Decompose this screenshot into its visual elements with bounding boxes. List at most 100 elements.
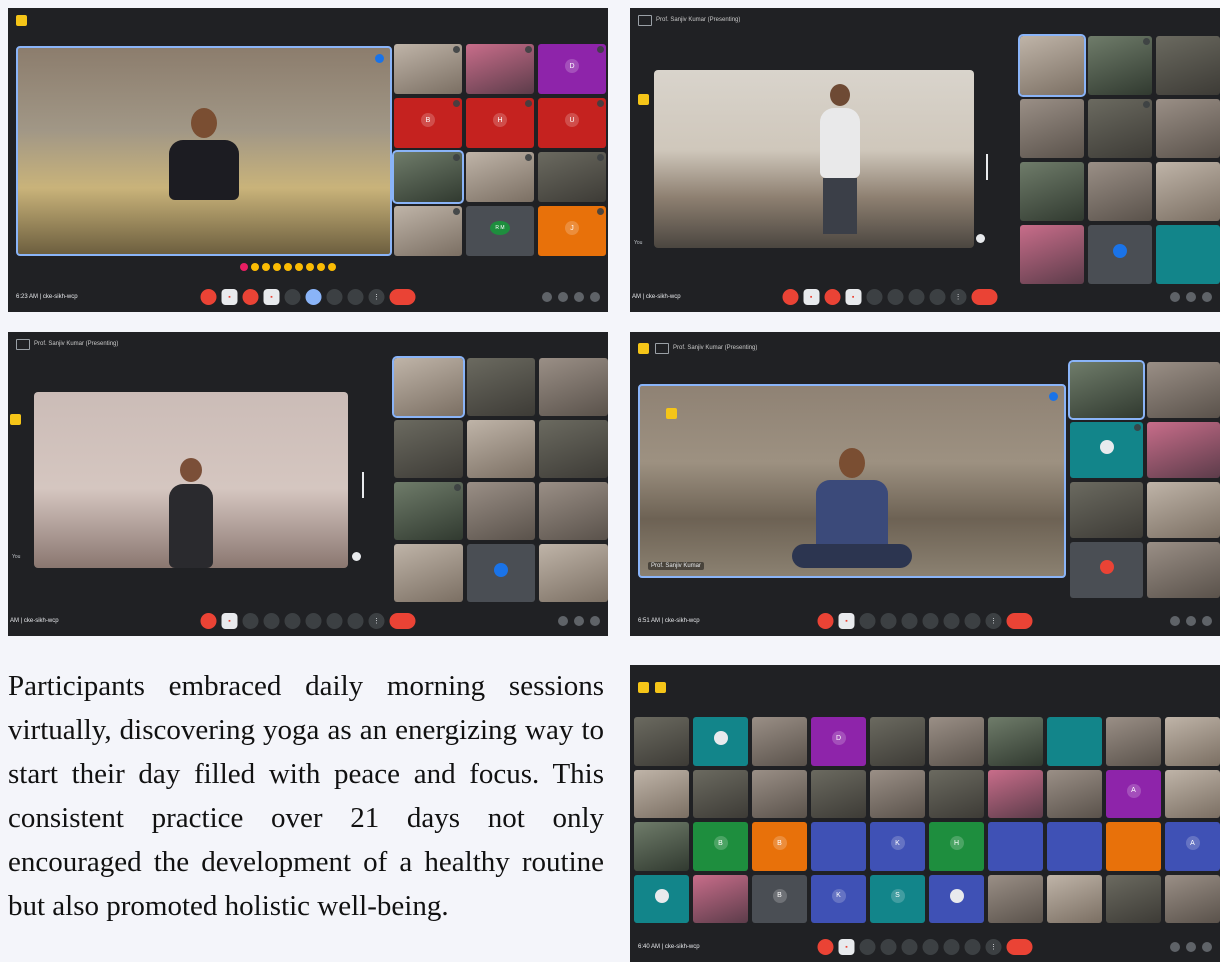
heart-reaction-icon[interactable] xyxy=(240,263,248,271)
emoji-button[interactable] xyxy=(964,939,981,955)
participant-tile[interactable] xyxy=(466,44,534,94)
mic-toggle-button[interactable] xyxy=(817,939,834,955)
participant-tile[interactable] xyxy=(634,769,689,818)
participant-tile[interactable] xyxy=(538,152,606,202)
emoji-button[interactable] xyxy=(347,613,364,629)
participant-tile[interactable] xyxy=(1156,99,1220,158)
info-icon[interactable] xyxy=(1170,942,1180,952)
chat-icon[interactable] xyxy=(1202,292,1212,302)
participant-tile[interactable] xyxy=(539,544,608,602)
people-icon[interactable] xyxy=(1186,616,1196,626)
participant-tile[interactable] xyxy=(466,358,536,416)
chat-icon[interactable] xyxy=(590,616,600,626)
thumbs-up-reaction-icon[interactable] xyxy=(251,263,259,271)
raise-hand-button[interactable] xyxy=(901,613,918,629)
participant-tile[interactable] xyxy=(1070,542,1143,598)
people-icon[interactable] xyxy=(1186,292,1196,302)
captions-button[interactable] xyxy=(242,289,259,305)
thumbs-down-reaction-icon[interactable] xyxy=(328,263,336,271)
chat-icon[interactable] xyxy=(1202,616,1212,626)
present-button[interactable]: ▪ xyxy=(263,289,280,305)
participant-tile[interactable] xyxy=(539,358,608,416)
participant-tile[interactable] xyxy=(1047,717,1102,766)
pin-icon[interactable] xyxy=(976,234,985,243)
participant-tile[interactable] xyxy=(1106,874,1161,923)
participant-tile[interactable] xyxy=(929,717,984,766)
layout-button[interactable] xyxy=(326,613,343,629)
thinking-reaction-icon[interactable] xyxy=(317,263,325,271)
raise-hand-button[interactable] xyxy=(866,289,883,305)
surprised-reaction-icon[interactable] xyxy=(295,263,303,271)
participant-tile[interactable] xyxy=(392,150,464,204)
participant-tile[interactable] xyxy=(811,822,866,871)
pin-icon[interactable] xyxy=(1049,392,1058,401)
participant-tile[interactable] xyxy=(1047,822,1102,871)
more-options-button[interactable]: ⋮ xyxy=(985,939,1002,955)
participant-tile[interactable] xyxy=(466,152,534,202)
participant-tile[interactable] xyxy=(988,717,1043,766)
reactions-button[interactable] xyxy=(922,939,939,955)
present-button[interactable]: ▪ xyxy=(845,289,862,305)
camera-toggle-button[interactable]: ▪ xyxy=(803,289,820,305)
participant-tile[interactable] xyxy=(1156,162,1220,221)
participant-tile[interactable] xyxy=(634,822,689,871)
participant-tile[interactable] xyxy=(693,874,748,923)
scroll-handle[interactable] xyxy=(362,472,364,498)
participant-tile[interactable] xyxy=(693,717,748,766)
participant-tile[interactable] xyxy=(634,874,689,923)
participant-tile[interactable] xyxy=(539,482,608,540)
participant-tile[interactable]: D xyxy=(538,44,606,94)
reactions-bar[interactable] xyxy=(240,263,336,271)
participant-tile[interactable] xyxy=(1147,362,1220,418)
participant-tile[interactable] xyxy=(394,206,462,256)
raise-hand-button[interactable] xyxy=(284,613,301,629)
chat-icon[interactable] xyxy=(1202,942,1212,952)
main-video-stage[interactable]: Prof. Sanjiv Kumar xyxy=(638,384,1066,578)
participant-tile[interactable] xyxy=(1156,36,1220,95)
participant-tile[interactable]: R M xyxy=(466,206,534,256)
more-options-button[interactable]: ⋮ xyxy=(985,613,1002,629)
main-video-stage[interactable] xyxy=(16,46,392,256)
pin-icon[interactable] xyxy=(352,552,361,561)
participant-tile[interactable] xyxy=(811,769,866,818)
participant-tile[interactable] xyxy=(466,544,536,602)
present-button[interactable] xyxy=(880,939,897,955)
info-icon[interactable] xyxy=(1170,616,1180,626)
participant-tile[interactable] xyxy=(466,482,536,540)
participant-tile[interactable] xyxy=(1020,162,1084,221)
participant-tile[interactable]: A xyxy=(1165,822,1220,871)
participant-tile[interactable] xyxy=(870,717,925,766)
present-button[interactable] xyxy=(880,613,897,629)
reactions-button[interactable] xyxy=(305,289,322,305)
raise-hand-button[interactable] xyxy=(284,289,301,305)
hang-up-button[interactable] xyxy=(389,289,416,305)
mic-toggle-button[interactable] xyxy=(200,289,217,305)
captions-button[interactable] xyxy=(859,613,876,629)
participant-tile[interactable] xyxy=(1147,542,1220,598)
participant-tile[interactable] xyxy=(1165,769,1220,818)
captions-button[interactable] xyxy=(242,613,259,629)
mic-toggle-button[interactable] xyxy=(200,613,217,629)
info-icon[interactable] xyxy=(542,292,552,302)
camera-toggle-button[interactable]: ▪ xyxy=(221,613,238,629)
participant-tile[interactable] xyxy=(1020,225,1084,284)
layout-button[interactable] xyxy=(943,939,960,955)
participant-tile[interactable]: B xyxy=(752,822,807,871)
pin-icon[interactable] xyxy=(375,54,384,63)
participant-tile[interactable] xyxy=(1165,717,1220,766)
layout-button[interactable] xyxy=(908,289,925,305)
info-icon[interactable] xyxy=(558,616,568,626)
clap-reaction-icon[interactable] xyxy=(273,263,281,271)
participant-tile[interactable] xyxy=(1068,360,1145,420)
participant-tile[interactable] xyxy=(1088,225,1152,284)
raise-hand-button[interactable] xyxy=(901,939,918,955)
captions-button[interactable] xyxy=(859,939,876,955)
laugh-reaction-icon[interactable] xyxy=(284,263,292,271)
people-icon[interactable] xyxy=(1186,942,1196,952)
participant-tile[interactable] xyxy=(394,482,463,540)
reactions-button[interactable] xyxy=(305,613,322,629)
participant-tile[interactable] xyxy=(1088,99,1152,158)
info-icon[interactable] xyxy=(1170,292,1180,302)
emoji-button[interactable] xyxy=(347,289,364,305)
participant-tile[interactable] xyxy=(693,769,748,818)
